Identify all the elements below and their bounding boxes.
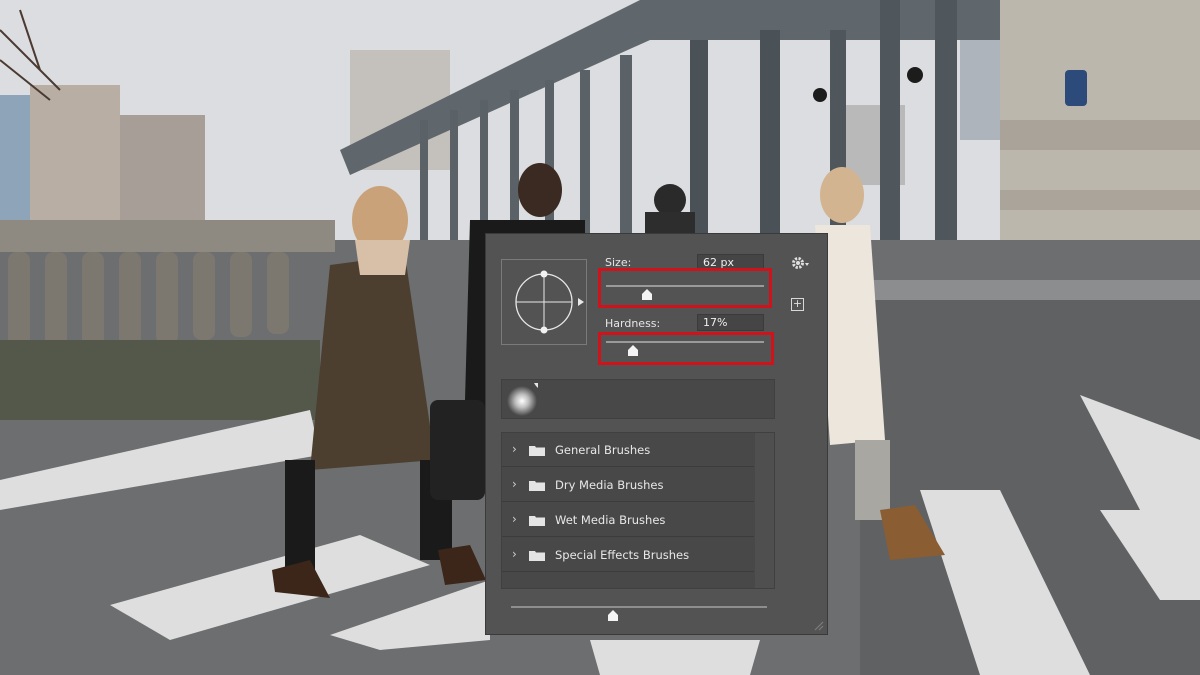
- folder-row-general-brushes[interactable]: › General Brushes: [502, 433, 754, 467]
- brush-tip-preview[interactable]: [501, 259, 587, 345]
- list-scrollbar[interactable]: [755, 433, 774, 588]
- hardness-value-field[interactable]: 17%: [697, 314, 764, 331]
- folder-label: Dry Media Brushes: [555, 478, 664, 492]
- brush-preset-panel: Size: 62 px Hardness: 17% + › General Br…: [485, 233, 828, 635]
- chevron-right-icon[interactable]: ›: [512, 442, 517, 456]
- folder-row-dry-media-brushes[interactable]: › Dry Media Brushes: [502, 468, 754, 502]
- folder-icon: [529, 551, 545, 561]
- folder-icon: [529, 516, 545, 526]
- brush-angle-roundness-icon: [515, 270, 584, 334]
- soft-round-brush-thumbnail[interactable]: [505, 382, 541, 416]
- hardness-highlight-box: [598, 332, 774, 365]
- recent-brush-tips: [501, 379, 775, 419]
- preview-size-slider-track[interactable]: [511, 606, 767, 608]
- folder-label: Special Effects Brushes: [555, 548, 690, 562]
- gear-icon[interactable]: [789, 254, 811, 272]
- brush-folder-list: › General Brushes › Dry Media Brushes › …: [501, 432, 775, 589]
- folder-row-wet-media-brushes[interactable]: › Wet Media Brushes: [502, 503, 754, 537]
- folder-label: General Brushes: [555, 443, 651, 457]
- preview-size-slider-handle[interactable]: [607, 610, 619, 621]
- hardness-label: Hardness:: [605, 317, 661, 330]
- folder-icon: [529, 481, 545, 491]
- chevron-right-icon[interactable]: ›: [512, 512, 517, 526]
- plus-box-icon[interactable]: +: [791, 298, 804, 311]
- size-highlight-box: [598, 268, 772, 308]
- folder-label: Wet Media Brushes: [555, 513, 666, 527]
- chevron-right-icon[interactable]: ›: [512, 477, 517, 491]
- resize-grip-icon[interactable]: [812, 619, 824, 631]
- folder-icon: [529, 446, 545, 456]
- chevron-right-icon[interactable]: ›: [512, 547, 517, 561]
- folder-row-special-effects-brushes[interactable]: › Special Effects Brushes: [502, 538, 754, 572]
